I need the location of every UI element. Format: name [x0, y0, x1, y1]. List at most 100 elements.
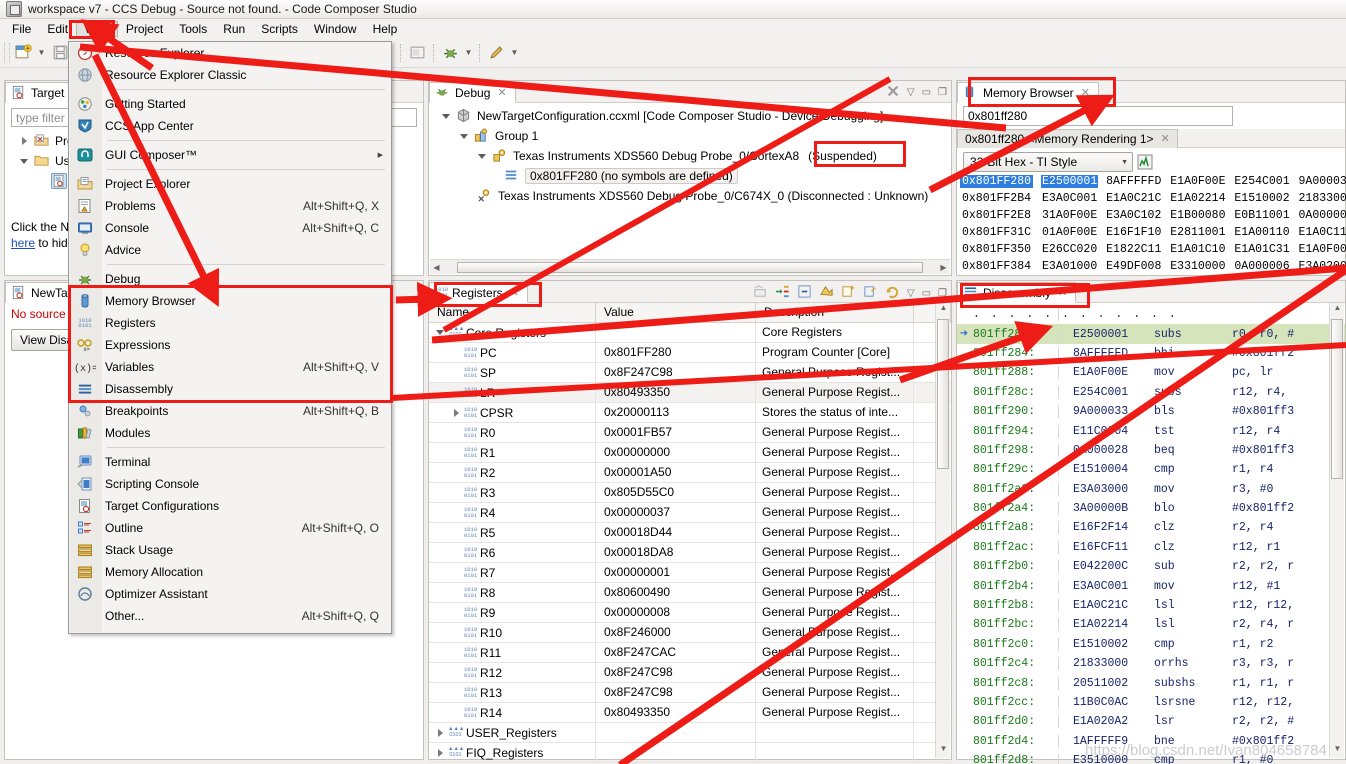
close-icon[interactable]: ✕	[1161, 132, 1170, 145]
memory-word[interactable]: E1A0C21C	[1105, 192, 1162, 205]
disassembly-row[interactable]: 801ff2b0: E042200C sub r2, r2, r	[957, 557, 1345, 576]
register-value-cell[interactable]: 0x00018DA8	[596, 543, 756, 562]
cast-icon[interactable]	[753, 284, 768, 302]
menu-scripts[interactable]: Scripts	[253, 21, 306, 37]
menu-item-problems[interactable]: Problems Alt+Shift+Q, X	[69, 195, 391, 217]
menu-item-debug[interactable]: Debug	[69, 268, 391, 290]
register-value-cell[interactable]: 0x8F247C98	[596, 363, 756, 382]
chevron-down-icon[interactable]	[19, 158, 29, 164]
toolbar-grip[interactable]	[4, 42, 10, 63]
register-value-cell[interactable]: 0x0001FB57	[596, 423, 756, 442]
close-icon[interactable]: ✕	[1081, 86, 1090, 99]
memory-word[interactable]: E3A02000	[1298, 260, 1346, 273]
chevron-right-icon[interactable]	[451, 408, 461, 417]
disassembly-row[interactable]: 801ff298: 0A000028 beq #0x801ff3	[957, 441, 1345, 460]
menu-item-optimizer-assistant[interactable]: Optimizer Assistant	[69, 583, 391, 605]
menu-item-memory-browser[interactable]: Memory Browser	[69, 290, 391, 312]
register-value-cell[interactable]: 0x00000037	[596, 503, 756, 522]
hide-hint-link[interactable]: here	[11, 236, 35, 250]
menu-item-project-explorer[interactable]: Project Explorer	[69, 173, 391, 195]
table-row[interactable]: 1010 0101 R0 0x0001FB57 General Purpose Regi…	[429, 423, 951, 443]
table-row[interactable]: 1010 0101 R5 0x00018D44 General Purpose Regi…	[429, 523, 951, 543]
tab-disassembly[interactable]: Disassembly ✕	[957, 282, 1077, 303]
chevron-right-icon[interactable]	[435, 728, 445, 737]
scrollbar-thumb[interactable]	[457, 261, 923, 273]
table-row[interactable]: 1010 0101 R1 0x00000000 General Purpose Regi…	[429, 443, 951, 463]
new-register-icon[interactable]	[863, 284, 878, 302]
memory-word[interactable]: E1A0F000	[1298, 243, 1346, 256]
menu-item-outline[interactable]: Outline Alt+Shift+Q, O	[69, 517, 391, 539]
menu-window[interactable]: Window	[306, 21, 365, 37]
debug-persp-dropdown-icon[interactable]: ▼	[463, 48, 474, 57]
scroll-left-icon[interactable]: ◀	[430, 263, 443, 272]
register-value-cell[interactable]: 0x8F247CAC	[596, 643, 756, 662]
table-row[interactable]: 1010 0101 R12 0x8F247C98 General Purpose Reg…	[429, 663, 951, 683]
menu-run[interactable]: Run	[215, 21, 253, 37]
memory-word[interactable]: 31A0F00E	[1041, 209, 1098, 222]
new-icon[interactable]	[12, 42, 34, 64]
maximize-icon[interactable]: ❐	[938, 288, 947, 299]
memory-word[interactable]: E1510002	[1233, 192, 1290, 205]
new-group-icon[interactable]	[841, 284, 856, 302]
register-value-cell[interactable]: 0x805D55C0	[596, 483, 756, 502]
pen-dropdown-icon[interactable]: ▼	[509, 48, 520, 57]
memory-address-cell[interactable]: 0x801FF31C	[960, 226, 1033, 239]
menu-item-disassembly[interactable]: Disassembly	[69, 378, 391, 400]
table-row[interactable]: 1010 0101 R10 0x8F246000 General Purpose Reg…	[429, 623, 951, 643]
memory-word[interactable]: E1822C11	[1105, 243, 1162, 256]
table-row[interactable]: 1010 0101 PC 0x801FF280 Program Counter [Cor…	[429, 343, 951, 363]
scrollbar-thumb[interactable]	[937, 319, 949, 469]
disassembly-row[interactable]: 801ff2c8: 20511002 subshs r1, r1, r	[957, 673, 1345, 692]
column-header-name[interactable]: Name	[429, 303, 596, 322]
table-row[interactable]: 1010 0101 R13 0x8F247C98 General Purpose Reg…	[429, 683, 951, 703]
memory-row[interactable]: 0x801FF2E8 31A0F00E E3A0C102 E1B00080 E0B…	[960, 207, 1346, 224]
disassembly-row[interactable]: 801ff2d0: E1A020A2 lsr r2, r2, #	[957, 712, 1345, 731]
menu-file[interactable]: File	[4, 21, 39, 37]
disassembly-row[interactable]: ➜ 801ff280: E2500001 subs r0, r0, #	[957, 324, 1345, 344]
disassembly-row[interactable]: 801ff290: 9A000033 bls #0x801ff3	[957, 402, 1345, 421]
memory-row[interactable]: 0x801FF384 E3A01000 E49DF008 E3310000 0A0…	[960, 258, 1346, 275]
scrollbar-thumb[interactable]	[1331, 319, 1343, 479]
table-row[interactable]: 1010 0101 R8 0x80600490 General Purpose Regi…	[429, 583, 951, 603]
table-row[interactable]: 1010 0101 R2 0x00001A50 General Purpose Regi…	[429, 463, 951, 483]
register-value-cell[interactable]: 0x80493350	[596, 383, 756, 402]
menu-item-resource-explorer[interactable]: Resource Explorer	[69, 42, 391, 64]
register-value-cell[interactable]: 0x00018D44	[596, 523, 756, 542]
view-menu-icon[interactable]: ▽	[907, 288, 915, 299]
memory-word[interactable]: E1A01C10	[1169, 243, 1226, 256]
memory-word[interactable]: E0B11001	[1233, 209, 1290, 222]
scroll-down-icon[interactable]: ▼	[1330, 744, 1345, 758]
register-value-cell[interactable]: 0x8F247C98	[596, 663, 756, 682]
register-value-cell[interactable]: 0x00000008	[596, 603, 756, 622]
memory-word[interactable]: 8AFFFFFD	[1105, 175, 1162, 188]
menu-item-console[interactable]: Console Alt+Shift+Q, C	[69, 217, 391, 239]
close-icon[interactable]: ✕	[497, 86, 506, 99]
view-menu-icon[interactable]: ▽	[907, 87, 915, 98]
minimize-icon[interactable]: ▭	[922, 288, 931, 299]
debug-tree-row[interactable]: Texas Instruments XDS560 Debug Probe_0/C…	[429, 146, 951, 166]
memory-address-input[interactable]: 0x801ff280	[963, 106, 1233, 126]
tab-registers[interactable]: 1010 0101 Registers ✕	[429, 282, 528, 303]
register-value-cell[interactable]: 0x801FF280	[596, 343, 756, 362]
memory-address-cell[interactable]: 0x801FF2E8	[960, 209, 1033, 222]
chevron-down-icon[interactable]	[435, 330, 445, 335]
chevron-down-icon[interactable]: ▼	[1121, 159, 1128, 166]
tab-target[interactable]: Target	[5, 82, 74, 103]
disassembly-row[interactable]: 801ff2c4: 21833000 orrhs r3, r3, r	[957, 654, 1345, 673]
memory-word[interactable]: E3A01000	[1041, 260, 1098, 273]
memory-address-cell[interactable]: 0x801FF384	[960, 260, 1033, 273]
close-icon[interactable]: ✕	[510, 286, 519, 299]
remove-all-terminated-icon[interactable]	[886, 84, 900, 101]
table-row[interactable]: ▲▲▲ 0101 Core Registers Core Registers	[429, 323, 951, 343]
memory-word[interactable]: E1A00110	[1233, 226, 1290, 239]
memory-word[interactable]: E2500001	[1041, 175, 1099, 188]
memory-word[interactable]: E16F1F10	[1105, 226, 1162, 239]
menu-item-getting-started[interactable]: Getting Started	[69, 93, 391, 115]
close-icon[interactable]: ✕	[1058, 286, 1067, 299]
memory-word[interactable]: E49DF008	[1105, 260, 1162, 273]
chevron-down-icon[interactable]	[477, 153, 487, 159]
disassembly-row[interactable]: 801ff2a0: E3A03000 mov r3, #0	[957, 480, 1345, 499]
table-row[interactable]: 1010 0101 CPSR 0x20000113 Stores the status …	[429, 403, 951, 423]
disassembly-row[interactable]: 801ff294: E11C0004 tst r12, r4	[957, 421, 1345, 440]
disassembly-row[interactable]: 801ff28c: E254C001 subs r12, r4,	[957, 383, 1345, 402]
